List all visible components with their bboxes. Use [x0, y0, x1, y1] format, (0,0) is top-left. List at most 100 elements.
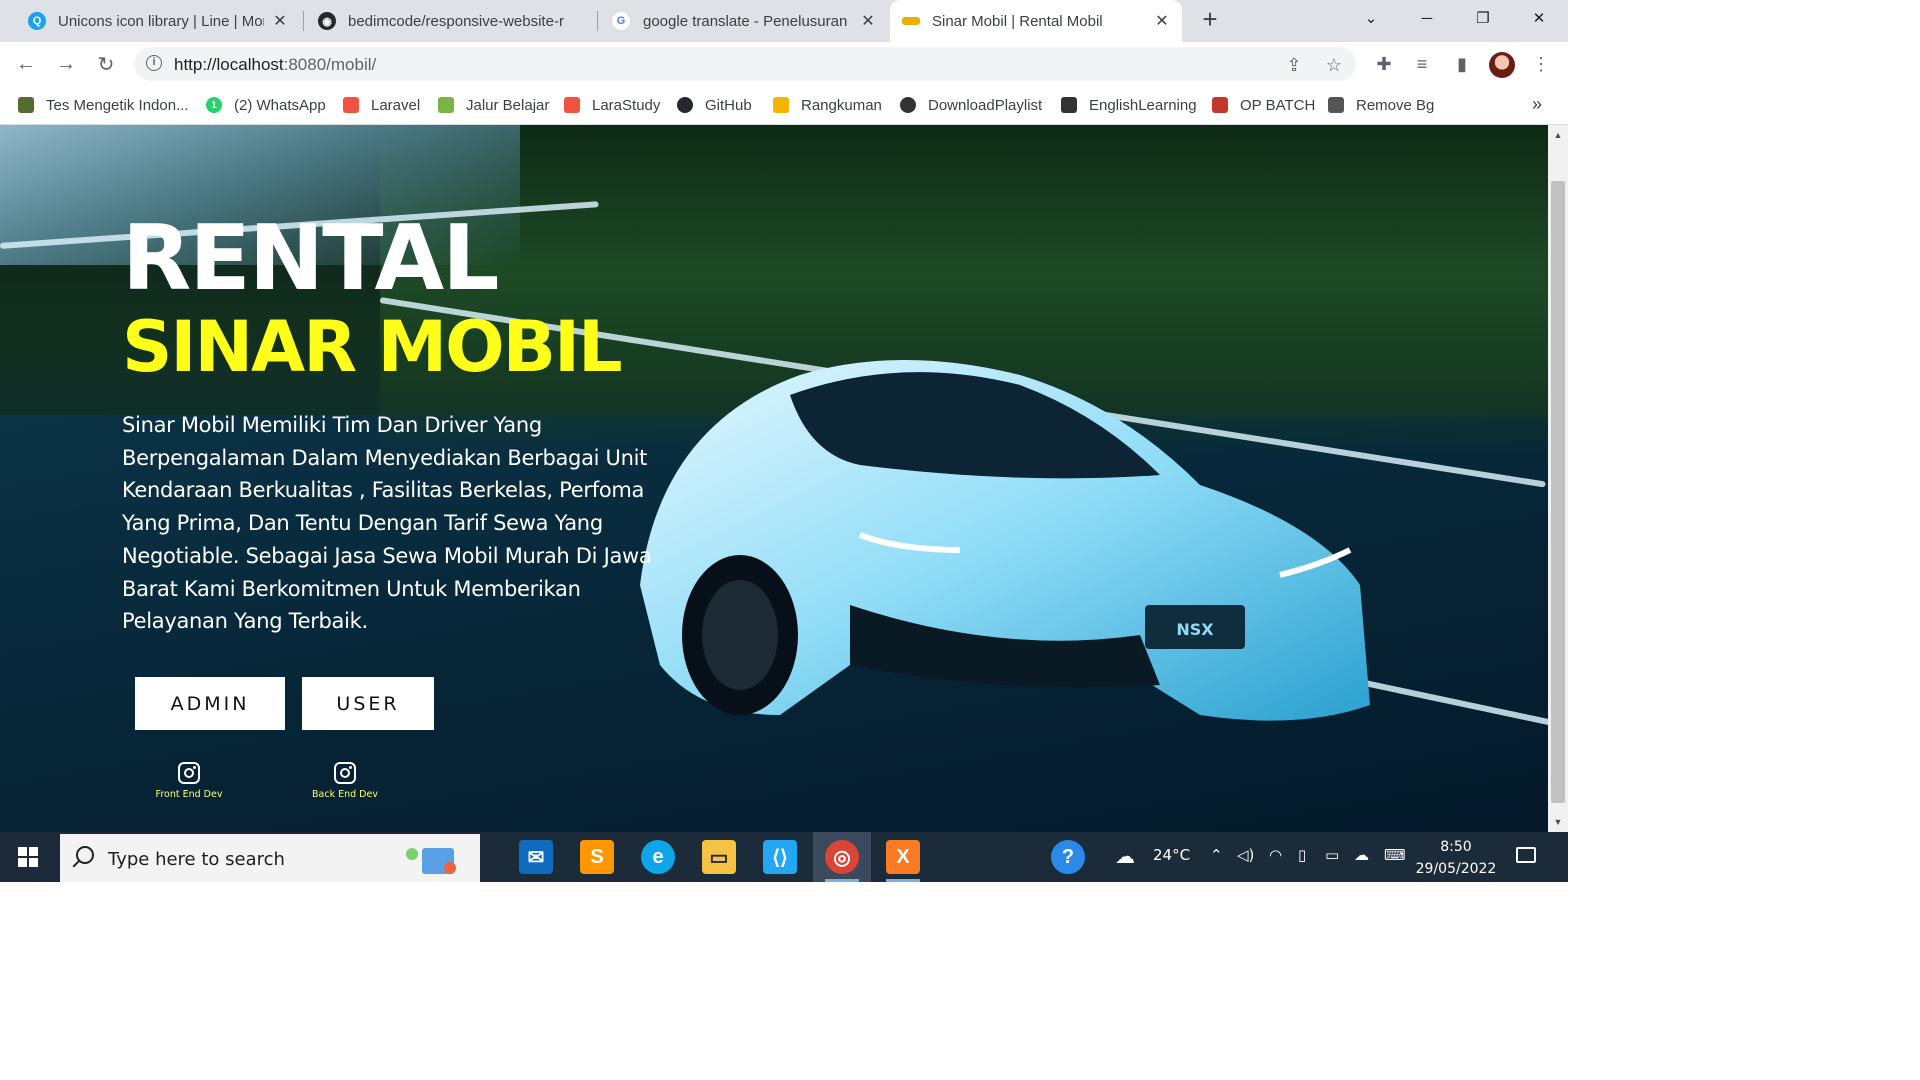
- tab-github[interactable]: ◉ bedimcode/responsive-website-r: [306, 0, 596, 42]
- notification-center-icon[interactable]: [1516, 847, 1536, 863]
- file-explorer-icon[interactable]: ▭: [702, 840, 736, 874]
- weather-cloud-icon[interactable]: ☁: [1115, 844, 1135, 868]
- bookmark-label: Remove Bg: [1356, 96, 1435, 114]
- bookmark-item[interactable]: Remove Bg: [1328, 95, 1434, 115]
- tab-strip: Q Unicons icon library | Line | Mono ✕ ◉…: [0, 0, 1568, 42]
- minimize-button[interactable]: ─: [1399, 0, 1455, 36]
- site-info-icon[interactable]: i: [146, 55, 162, 71]
- social-back-end[interactable]: Back End Dev: [290, 762, 400, 800]
- close-icon[interactable]: ✕: [860, 11, 876, 31]
- profile-avatar[interactable]: [1489, 52, 1515, 78]
- bookmark-item[interactable]: GitHub: [677, 95, 752, 115]
- scroll-down-arrow-icon[interactable]: ▼: [1548, 814, 1568, 830]
- bookmark-item[interactable]: 1 (2) WhatsApp: [206, 95, 326, 115]
- back-button[interactable]: ←: [12, 50, 40, 78]
- tab-sinar-mobil[interactable]: Sinar Mobil | Rental Mobil ✕: [890, 0, 1182, 42]
- language-icon[interactable]: ⌨: [1384, 846, 1406, 864]
- social-caption: Back End Dev: [312, 789, 378, 800]
- admin-button[interactable]: ADMIN: [135, 677, 285, 730]
- instagram-icon[interactable]: [334, 762, 356, 784]
- sublime-text-icon[interactable]: S: [580, 840, 614, 874]
- bookmark-label: OP BATCH: [1240, 96, 1316, 114]
- search-icon: [76, 846, 94, 864]
- page-scrollbar[interactable]: ▲ ▼: [1548, 125, 1568, 832]
- edge-icon[interactable]: e: [641, 840, 675, 874]
- hero-subtitle: SINAR MOBIL: [122, 306, 623, 388]
- side-panel-icon[interactable]: ▮: [1451, 53, 1473, 75]
- forward-button[interactable]: →: [52, 50, 80, 78]
- hero-title: RENTAL: [122, 206, 500, 311]
- summary-icon: [773, 97, 789, 113]
- bookmark-label: Rangkuman: [801, 96, 882, 114]
- url-text[interactable]: http://localhost:8080/mobil/: [174, 55, 376, 75]
- browser-toolbar: ← → ↻ i http://localhost:8080/mobil/ ⇪ ☆…: [0, 42, 1568, 86]
- hero-description: Sinar Mobil Memiliki Tim Dan Driver Yang…: [122, 413, 652, 634]
- social-front-end[interactable]: Front End Dev: [134, 762, 244, 800]
- close-window-button[interactable]: ✕: [1511, 0, 1567, 36]
- bookmark-label: EnglishLearning: [1089, 96, 1197, 114]
- close-icon[interactable]: ✕: [1154, 11, 1170, 31]
- user-button[interactable]: USER: [302, 677, 434, 730]
- weather-temperature[interactable]: 24°C: [1153, 846, 1190, 864]
- xampp-running-indicator: [886, 879, 920, 882]
- bookmark-item[interactable]: DownloadPlaylist: [900, 95, 1042, 115]
- extensions-icon[interactable]: ✚: [1373, 53, 1395, 75]
- taskbar-search-box[interactable]: Type here to search: [60, 834, 480, 882]
- vscode-icon[interactable]: ⟨⟩: [763, 840, 797, 874]
- xampp-icon[interactable]: X: [886, 840, 920, 874]
- laravel-icon: [564, 97, 580, 113]
- bookmark-item[interactable]: Laravel: [343, 95, 420, 115]
- hero-car-image: NSX: [640, 360, 1370, 721]
- onedrive-icon[interactable]: ☁: [1354, 846, 1369, 864]
- bookmark-item[interactable]: Tes Mengetik Indon...: [18, 95, 189, 115]
- close-icon[interactable]: ✕: [272, 11, 288, 31]
- clock-time: 8:50: [1440, 839, 1472, 855]
- tab-separator: [597, 11, 598, 31]
- url-host: http://localhost: [174, 55, 284, 74]
- scrollbar-thumb[interactable]: [1551, 181, 1565, 803]
- whatsapp-icon: 1: [206, 97, 222, 113]
- taskbar-clock[interactable]: 8:50 29/05/2022: [1408, 836, 1504, 880]
- bookmark-label: Tes Mengetik Indon...: [46, 96, 189, 114]
- english-icon: [1061, 97, 1077, 113]
- page-viewport: NSX RENTAL SINAR MOBIL Sinar Mobil Memil…: [0, 125, 1548, 832]
- bookmark-star-icon[interactable]: ☆: [1324, 55, 1344, 75]
- tab-google-translate[interactable]: G google translate - Penelusuran G ✕: [599, 0, 888, 42]
- menu-kebab-icon[interactable]: ⋮: [1530, 53, 1552, 75]
- tab-search-chevron-icon[interactable]: ⌄: [1343, 0, 1399, 36]
- anime-icon: [1212, 97, 1228, 113]
- address-bar[interactable]: i http://localhost:8080/mobil/ ⇪ ☆: [134, 47, 1356, 81]
- google-icon: G: [611, 11, 631, 31]
- search-highlight-icon: [406, 848, 456, 874]
- reload-button[interactable]: ↻: [92, 50, 120, 78]
- mail-icon[interactable]: ✉: [519, 840, 553, 874]
- bookmark-label: GitHub: [705, 96, 752, 114]
- search-placeholder: Type here to search: [108, 849, 285, 870]
- volume-icon[interactable]: ◁): [1237, 846, 1254, 864]
- github-icon: ◉: [318, 12, 336, 30]
- bookmark-item[interactable]: Jalur Belajar: [438, 95, 549, 115]
- scroll-up-arrow-icon[interactable]: ▲: [1548, 127, 1568, 143]
- reading-list-icon[interactable]: ≡: [1411, 53, 1433, 75]
- instagram-icon[interactable]: [178, 762, 200, 784]
- bookmark-item[interactable]: OP BATCH: [1212, 95, 1315, 115]
- restore-button[interactable]: ❐: [1455, 0, 1511, 36]
- wifi-icon[interactable]: ◠: [1269, 846, 1282, 864]
- bookmark-label: DownloadPlaylist: [928, 96, 1043, 114]
- bookmarks-overflow-button[interactable]: »: [1532, 94, 1542, 115]
- tray-overflow-chevron-icon[interactable]: ⌃: [1210, 846, 1223, 864]
- bookmark-item[interactable]: LaraStudy: [564, 95, 660, 115]
- device-icon[interactable]: ▯: [1298, 846, 1306, 864]
- tab-unicons[interactable]: Q Unicons icon library | Line | Mono ✕: [16, 0, 300, 42]
- battery-icon[interactable]: ▭: [1325, 846, 1339, 864]
- chrome-icon[interactable]: ◎: [825, 840, 859, 874]
- bookmark-item[interactable]: Rangkuman: [773, 95, 882, 115]
- share-icon[interactable]: ⇪: [1284, 55, 1304, 75]
- url-path: :8080/mobil/: [283, 55, 377, 74]
- windows-start-icon[interactable]: [18, 847, 38, 867]
- search-icon: Q: [28, 12, 46, 30]
- bookmark-item[interactable]: EnglishLearning: [1061, 95, 1197, 115]
- chrome-running-indicator: [825, 879, 859, 882]
- new-tab-button[interactable]: +: [1196, 6, 1224, 34]
- help-icon[interactable]: ?: [1051, 840, 1085, 874]
